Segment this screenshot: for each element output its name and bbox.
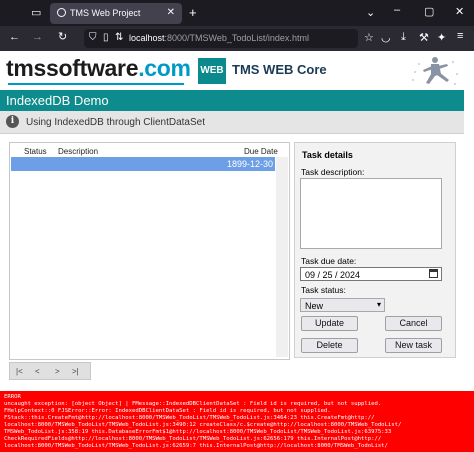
error-console: ERROR uncaught exception: [object Object…	[0, 391, 474, 452]
globe-icon	[57, 8, 66, 17]
app-title: IndexedDB Demo	[6, 93, 109, 108]
error-line: uncaught exception: [object Object] | FM…	[4, 401, 382, 407]
cancel-button[interactable]: Cancel	[385, 316, 442, 331]
description-label: Task description:	[301, 167, 365, 177]
details-title: Task details	[302, 150, 353, 160]
column-header-status[interactable]: Status	[24, 147, 47, 156]
delete-button[interactable]: Delete	[301, 338, 358, 353]
last-page-button[interactable]: >|	[72, 367, 79, 376]
error-line: TMSWeb_TodoList.js:358:19 this.DatabaseE…	[4, 429, 392, 435]
shield-icon: ⛉	[89, 32, 97, 43]
due-date-value: 09 / 25 / 2024	[305, 270, 361, 280]
next-page-button[interactable]: >	[55, 367, 60, 376]
url-host: localhost	[129, 33, 165, 43]
chevron-down-icon[interactable]: ⌄	[366, 6, 375, 19]
forward-icon[interactable]: →	[32, 31, 43, 43]
error-line: ERROR	[4, 394, 21, 400]
reload-icon[interactable]: ↻	[58, 30, 67, 43]
error-line: FStack::this.CreateFmt@http://localhost:…	[4, 415, 375, 421]
web-badge: WEB	[198, 58, 226, 84]
close-tab-icon[interactable]: ✕	[167, 7, 175, 18]
product-name: TMS WEB Core	[232, 62, 327, 77]
logo-underline	[8, 83, 184, 85]
close-window-icon[interactable]: ✕	[455, 5, 464, 18]
tools-icon[interactable]: ⚒	[419, 31, 429, 44]
browser-tab-bar: ▭ TMS Web Project ✕ + ⌄ – ▢ ✕	[0, 0, 474, 26]
url-text: localhost:8000/TMSWeb_TodoList/index.htm…	[129, 33, 309, 43]
site-info-icon[interactable]: ⇅	[115, 32, 123, 43]
status-select[interactable]: New ▾	[300, 298, 385, 312]
error-line: CheckRequiredFields@http://localhost:800…	[4, 436, 382, 442]
tab-title: TMS Web Project	[70, 8, 141, 18]
browser-tab[interactable]: TMS Web Project ✕	[50, 3, 182, 24]
runner-graphic	[412, 57, 458, 85]
page-icon: ▯	[103, 32, 109, 43]
logo-name: tmssoftware	[6, 55, 139, 81]
info-icon: i	[6, 115, 19, 128]
error-line: localhost:8000/TMSWeb_TodoList/TMSWeb_To…	[4, 443, 388, 449]
app-title-banner: IndexedDB Demo	[0, 90, 464, 111]
column-header-description[interactable]: Description	[58, 147, 98, 156]
calendar-icon[interactable]	[429, 269, 438, 278]
description-textarea[interactable]	[300, 178, 442, 249]
due-date-input[interactable]: 09 / 25 / 2024	[300, 267, 442, 281]
prev-page-button[interactable]: <	[35, 367, 40, 376]
logo-tld: .com	[138, 55, 191, 81]
due-date-cell: 1899-12-30	[226, 159, 273, 169]
grid-scrollbar[interactable]	[276, 157, 288, 357]
new-tab-icon[interactable]: +	[189, 5, 197, 20]
error-line: FHelpContext::0 FJSError::Error: Indexed…	[4, 408, 331, 414]
url-path: :8000/TMSWeb_TodoList/index.html	[164, 33, 309, 43]
update-button[interactable]: Update	[301, 316, 358, 331]
pocket-icon[interactable]: ◡	[381, 31, 391, 44]
column-header-due-date[interactable]: Due Date	[244, 147, 278, 156]
menu-icon[interactable]: ≡	[457, 30, 463, 42]
extensions-icon[interactable]: ✦	[437, 31, 446, 44]
new-task-button[interactable]: New task	[385, 338, 442, 353]
download-icon[interactable]: ⤓	[401, 31, 406, 44]
tab-list-icon[interactable]: ▭	[31, 6, 41, 19]
first-page-button[interactable]: |<	[16, 367, 23, 376]
chevron-down-icon: ▾	[376, 300, 381, 309]
maximize-icon[interactable]: ▢	[424, 5, 434, 18]
due-date-label: Task due date:	[301, 256, 357, 266]
table-row[interactable]: 1899-12-30	[11, 157, 275, 171]
error-line: localhost:8000/TMSWeb_TodoList/TMSWeb_To…	[4, 422, 402, 428]
back-icon[interactable]: ←	[9, 31, 20, 43]
status-label: Task status:	[301, 285, 346, 295]
info-text: Using IndexedDB through ClientDataSet	[26, 117, 205, 128]
url-bar[interactable]: ⛉ ▯ ⇅ localhost:8000/TMSWeb_TodoList/ind…	[84, 29, 358, 48]
status-value: New	[305, 301, 324, 311]
minimize-icon[interactable]: –	[394, 4, 400, 16]
bookmark-star-icon[interactable]: ☆	[364, 31, 374, 44]
grid-pager: |< < > >|	[9, 362, 91, 380]
task-grid[interactable]: Status Description Due Date 1899-12-30	[9, 142, 290, 360]
info-alert: i Using IndexedDB through ClientDataSet	[0, 111, 464, 134]
